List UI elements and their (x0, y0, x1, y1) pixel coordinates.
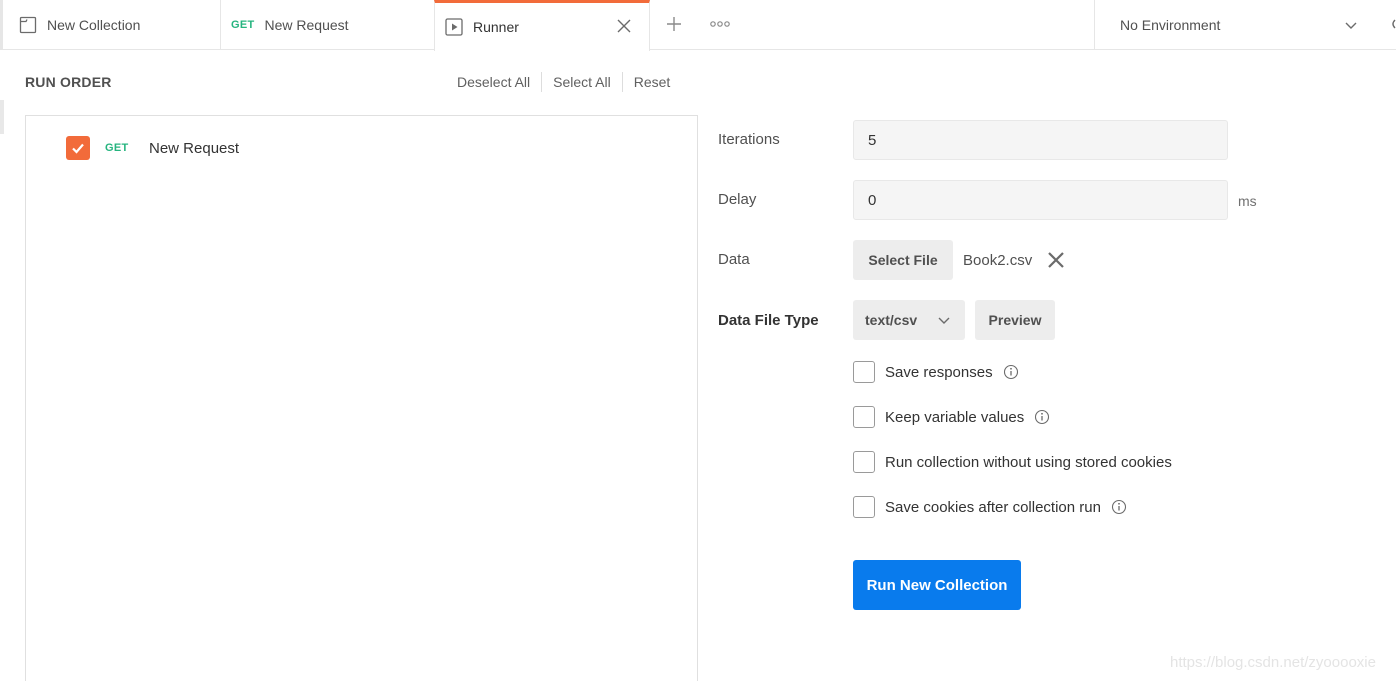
tab-label: Runner (473, 19, 519, 35)
delay-unit: ms (1238, 193, 1257, 209)
tab-new-collection[interactable]: New Collection (0, 0, 220, 50)
run-without-cookies-option[interactable]: Run collection without using stored cook… (853, 451, 1172, 473)
info-icon[interactable] (1003, 364, 1019, 380)
delay-label: Delay (718, 191, 757, 208)
request-name: New Request (149, 139, 240, 157)
save-cookies-option[interactable]: Save cookies after collection run (853, 496, 1127, 518)
sidebar-edge (0, 100, 4, 134)
delay-input[interactable] (853, 180, 1228, 220)
data-file-type-value: text/csv (865, 312, 918, 328)
environment-label: No Environment (1120, 17, 1221, 33)
file-name: Book2.csv (963, 252, 1033, 269)
watermark: https://blog.csdn.net/zyooooxie (1170, 654, 1376, 671)
chevron-down-icon (1343, 17, 1359, 33)
more-options-icon[interactable] (708, 17, 732, 31)
request-checkbox[interactable] (66, 136, 90, 160)
tab-bar: New Collection GET New Request Runner No… (0, 0, 1396, 51)
keep-variable-values-option[interactable]: Keep variable values (853, 406, 1050, 428)
chevron-down-icon (937, 313, 951, 327)
play-icon (445, 18, 463, 36)
method-badge: GET (231, 19, 255, 31)
method-badge: GET (105, 142, 129, 154)
plus-icon[interactable] (664, 14, 684, 34)
close-icon[interactable] (615, 17, 633, 35)
data-file-type-label: Data File Type (718, 312, 819, 329)
request-list: GET New Request (25, 115, 698, 681)
tab-runner[interactable]: Runner (434, 0, 650, 51)
keep-variable-values-checkbox[interactable] (853, 406, 875, 428)
run-collection-button[interactable]: Run New Collection (853, 560, 1021, 610)
reset-button[interactable]: Reset (634, 74, 671, 90)
tab-label: New Collection (47, 17, 141, 33)
option-label: Save responses (885, 363, 993, 381)
run-order-actions: Deselect All Select All Reset (457, 72, 670, 92)
close-icon[interactable] (1047, 251, 1065, 269)
iterations-input[interactable] (853, 120, 1228, 160)
option-label: Save cookies after collection run (885, 498, 1101, 516)
deselect-all-button[interactable]: Deselect All (457, 74, 530, 90)
option-label: Keep variable values (885, 408, 1025, 426)
select-file-button[interactable]: Select File (853, 240, 953, 280)
save-cookies-checkbox[interactable] (853, 496, 875, 518)
tab-label: New Request (264, 17, 349, 33)
option-label: Run collection without using stored cook… (885, 453, 1172, 471)
environment-select[interactable]: No Environment (1094, 0, 1396, 50)
tab-new-request[interactable]: GET New Request (220, 0, 434, 50)
divider (621, 72, 623, 92)
list-item[interactable]: GET New Request (66, 136, 239, 160)
data-file-type-select[interactable]: text/csv (853, 300, 965, 340)
preview-button[interactable]: Preview (975, 300, 1055, 340)
data-label: Data (718, 251, 750, 268)
checkmark-icon (72, 143, 84, 154)
save-responses-option[interactable]: Save responses (853, 361, 1019, 383)
run-without-cookies-checkbox[interactable] (853, 451, 875, 473)
run-order-title: RUN ORDER (25, 74, 112, 90)
eye-icon[interactable] (1390, 17, 1396, 31)
info-icon[interactable] (1034, 409, 1050, 425)
info-icon[interactable] (1111, 499, 1127, 515)
iterations-label: Iterations (718, 131, 780, 148)
select-all-button[interactable]: Select All (553, 74, 611, 90)
collection-icon (19, 16, 37, 34)
divider (541, 72, 543, 92)
save-responses-checkbox[interactable] (853, 361, 875, 383)
